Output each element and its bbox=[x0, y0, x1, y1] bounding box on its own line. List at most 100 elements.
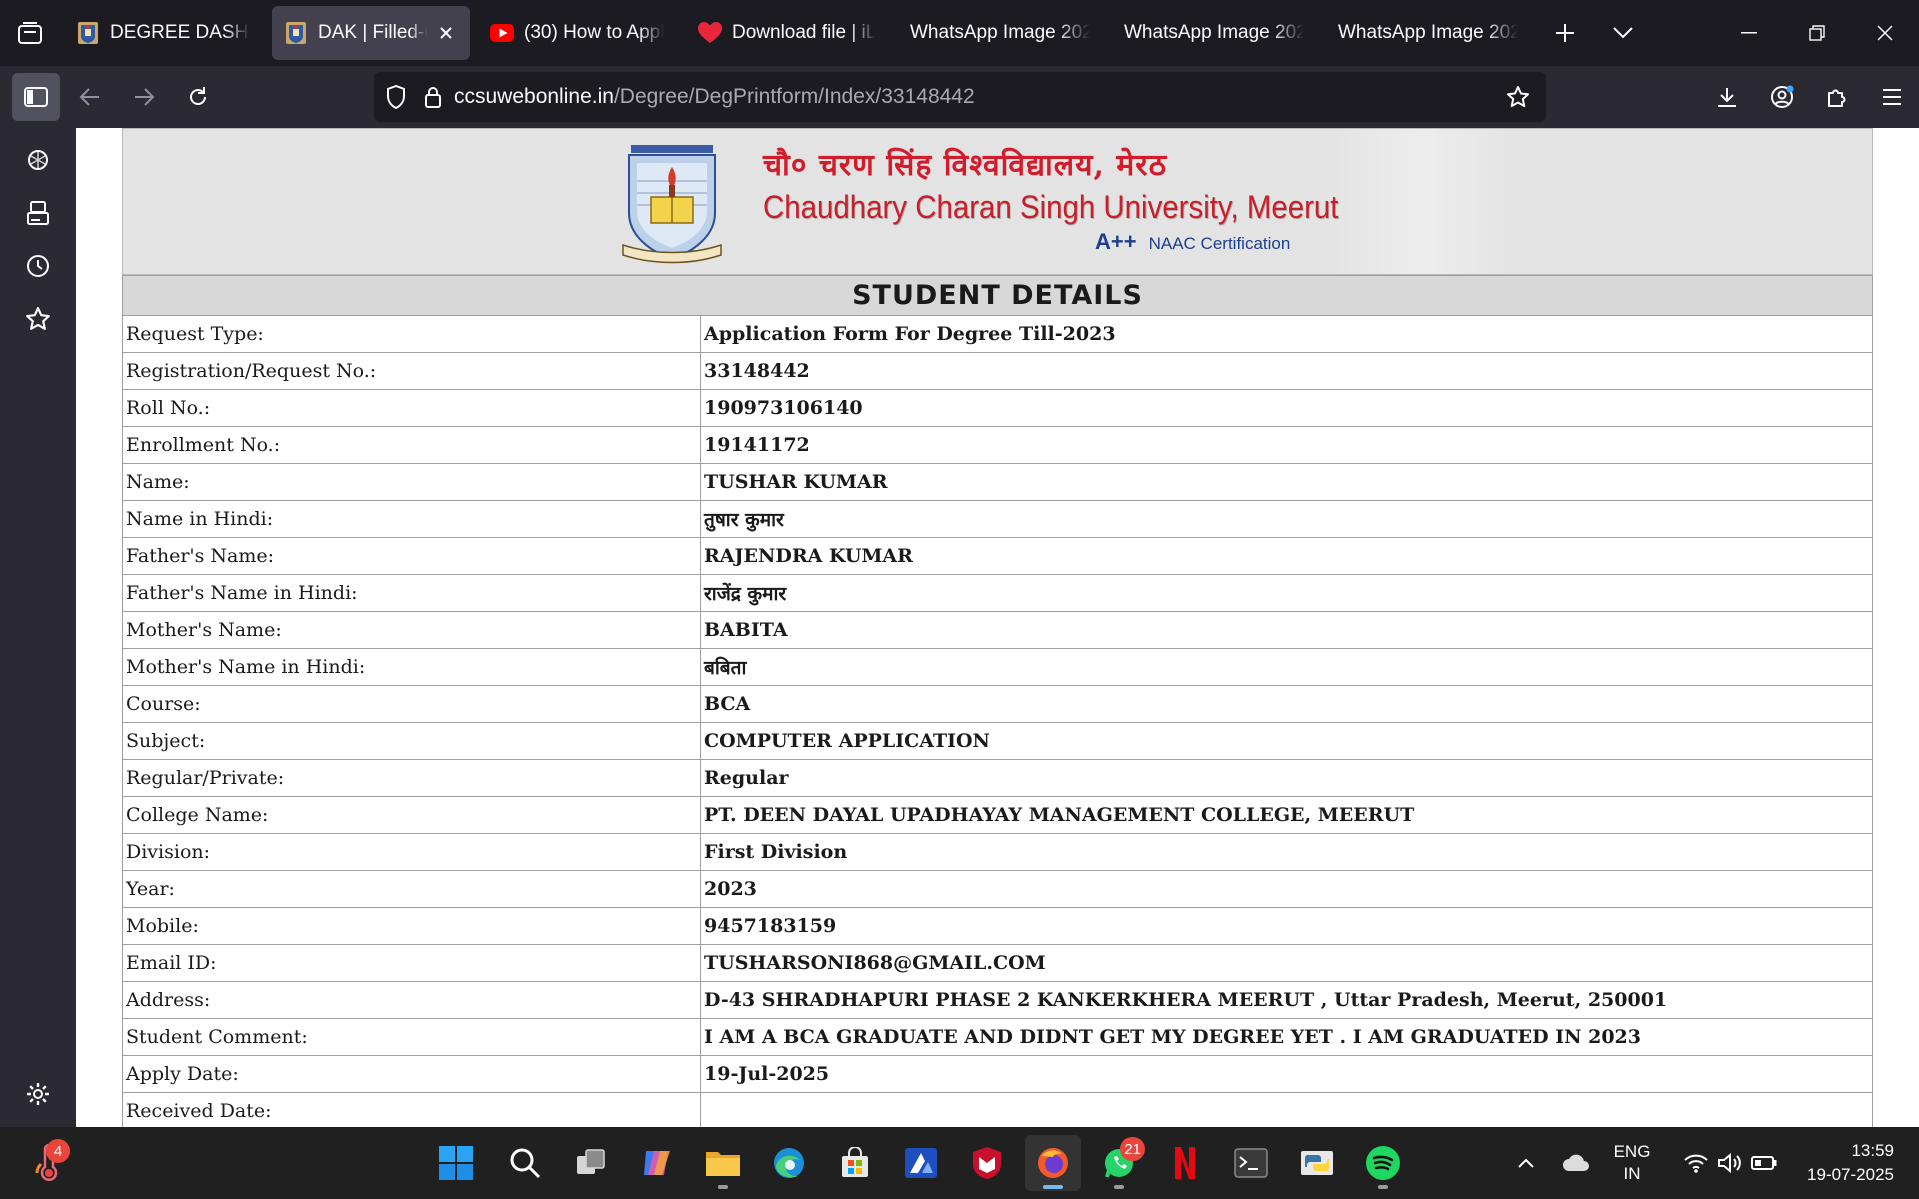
tab-degree-dashboard[interactable]: DEGREE DASHBOARD bbox=[64, 6, 264, 60]
restore-icon bbox=[1809, 25, 1825, 41]
firefox-view-button[interactable] bbox=[0, 0, 60, 66]
university-emblem-icon bbox=[622, 145, 722, 264]
account-button[interactable] bbox=[1754, 66, 1809, 128]
table-row: Mother's Name in Hindi: बबिता bbox=[122, 648, 1873, 686]
toolbar-right bbox=[1699, 66, 1919, 128]
field-label: Name: bbox=[122, 463, 701, 501]
chevron-down-icon bbox=[1613, 27, 1633, 39]
synced-tabs-icon bbox=[27, 201, 49, 225]
edge-button[interactable] bbox=[761, 1135, 817, 1191]
download-icon bbox=[1717, 88, 1736, 107]
quick-settings-button[interactable] bbox=[1670, 1127, 1790, 1199]
tab-whatsapp-image-2[interactable]: WhatsApp Image 2025 bbox=[1112, 6, 1318, 60]
address-bar[interactable]: ccsuwebonline.in/Degree/DegPrintform/Ind… bbox=[374, 72, 1546, 122]
bookmark-star-icon[interactable] bbox=[1498, 72, 1538, 122]
whatsapp-badge: 21 bbox=[1120, 1137, 1145, 1161]
sidebar-settings-button[interactable] bbox=[0, 1069, 76, 1119]
store-icon bbox=[842, 1147, 868, 1177]
restore-button[interactable] bbox=[1783, 0, 1851, 66]
field-label: Student Comment: bbox=[122, 1018, 701, 1056]
tab-download-file[interactable]: Download file | iLo bbox=[686, 6, 890, 60]
field-label: Father's Name: bbox=[122, 537, 701, 575]
field-value: 19-Jul-2025 bbox=[700, 1055, 1873, 1093]
show-hidden-icons-button[interactable] bbox=[1508, 1127, 1544, 1199]
close-icon bbox=[1877, 25, 1893, 41]
field-label: Enrollment No.: bbox=[122, 426, 701, 464]
weather-widget[interactable]: 4 bbox=[18, 1135, 78, 1191]
clock-time: 13:59 bbox=[1851, 1141, 1894, 1160]
naac-certification: A++ NAAC Certification bbox=[1095, 229, 1290, 255]
menu-button[interactable] bbox=[1864, 66, 1919, 128]
university-logo-icon bbox=[76, 21, 100, 45]
tab-whatsapp-image-1[interactable]: WhatsApp Image 2025 bbox=[898, 6, 1104, 60]
copilot-button[interactable] bbox=[629, 1135, 685, 1191]
table-row: Course: BCA bbox=[122, 685, 1873, 723]
input-language-indicator[interactable]: ENG IN bbox=[1602, 1127, 1662, 1199]
field-value: 190973106140 bbox=[700, 389, 1873, 427]
table-row: Mobile: 9457183159 bbox=[122, 907, 1873, 945]
minimize-icon bbox=[1741, 32, 1757, 34]
url-domain: ccsuwebonline.in bbox=[454, 85, 614, 108]
star-icon bbox=[26, 307, 50, 330]
synced-tabs-button[interactable] bbox=[0, 188, 76, 238]
table-row: Registration/Request No.: 33148442 bbox=[122, 352, 1873, 390]
field-value: 9457183159 bbox=[700, 907, 1873, 945]
heart-icon bbox=[698, 21, 722, 45]
extensions-button[interactable] bbox=[1809, 66, 1864, 128]
wifi-icon bbox=[1684, 1154, 1708, 1173]
microsoft-store-button[interactable] bbox=[827, 1135, 883, 1191]
table-row: Request Type: Application Form For Degree… bbox=[122, 315, 1873, 353]
list-all-tabs-button[interactable] bbox=[1594, 6, 1652, 60]
field-label: Mother's Name in Hindi: bbox=[122, 648, 701, 686]
minimize-button[interactable] bbox=[1715, 0, 1783, 66]
netflix-button[interactable] bbox=[1157, 1135, 1213, 1191]
forward-button[interactable] bbox=[120, 73, 168, 121]
table-row: Name in Hindi: तुषार कुमार bbox=[122, 500, 1873, 538]
whatsapp-button[interactable]: 21 bbox=[1091, 1135, 1147, 1191]
file-explorer-button[interactable] bbox=[695, 1135, 751, 1191]
mcafee-button[interactable] bbox=[959, 1135, 1015, 1191]
azure-icon bbox=[905, 1148, 937, 1178]
search-button[interactable] bbox=[497, 1135, 553, 1191]
tab-whatsapp-image-3[interactable]: WhatsApp Image 2025 bbox=[1326, 6, 1532, 60]
tracking-protection-shield-icon[interactable] bbox=[374, 72, 418, 122]
table-row: Email ID: TUSHARSONI868@GMAIL.COM bbox=[122, 944, 1873, 982]
university-name-english: Chaudhary Charan Singh University, Meeru… bbox=[763, 189, 1339, 225]
lock-icon[interactable] bbox=[418, 72, 448, 122]
tab-dak-filled-up[interactable]: DAK | Filled-up bbox=[272, 6, 470, 60]
account-icon bbox=[1770, 85, 1793, 108]
onedrive-button[interactable] bbox=[1556, 1127, 1596, 1199]
azure-app-button[interactable] bbox=[893, 1135, 949, 1191]
task-view-button[interactable] bbox=[563, 1135, 619, 1191]
tab-youtube[interactable]: (30) How to Apply bbox=[478, 6, 678, 60]
firefox-button[interactable] bbox=[1025, 1135, 1081, 1191]
field-label: College Name: bbox=[122, 796, 701, 834]
field-label: Year: bbox=[122, 870, 701, 908]
spotify-button[interactable] bbox=[1355, 1135, 1411, 1191]
windows-logo-icon bbox=[439, 1146, 473, 1180]
downloads-button[interactable] bbox=[1699, 66, 1754, 128]
field-value: 2023 bbox=[700, 870, 1873, 908]
close-tab-icon[interactable] bbox=[436, 23, 456, 43]
bookmarks-button[interactable] bbox=[0, 294, 76, 344]
field-value: बबिता bbox=[700, 648, 1873, 686]
table-row: Apply Date: 19-Jul-2025 bbox=[122, 1055, 1873, 1093]
new-tab-button[interactable] bbox=[1536, 6, 1594, 60]
tab-title: Download file | iLo bbox=[732, 22, 876, 43]
python-button[interactable] bbox=[1289, 1135, 1345, 1191]
table-heading-row: STUDENT DETAILS bbox=[122, 275, 1873, 316]
clock-date: 19-07-2025 bbox=[1807, 1165, 1894, 1184]
tab-title: WhatsApp Image 2025 bbox=[1124, 22, 1304, 43]
start-button[interactable] bbox=[428, 1135, 484, 1191]
reload-button[interactable] bbox=[174, 73, 222, 121]
history-button[interactable] bbox=[0, 241, 76, 291]
terminal-button[interactable] bbox=[1223, 1135, 1279, 1191]
sidebar-toggle-button[interactable] bbox=[12, 73, 60, 121]
naac-label: NAAC Certification bbox=[1148, 234, 1291, 253]
window-controls bbox=[1715, 0, 1919, 66]
clock-button[interactable]: 13:59 19-07-2025 bbox=[1796, 1127, 1894, 1199]
url-text[interactable]: ccsuwebonline.in/Degree/DegPrintform/Ind… bbox=[454, 85, 975, 109]
back-button[interactable] bbox=[66, 73, 114, 121]
close-window-button[interactable] bbox=[1851, 0, 1919, 66]
ai-chatbot-button[interactable] bbox=[0, 135, 76, 185]
